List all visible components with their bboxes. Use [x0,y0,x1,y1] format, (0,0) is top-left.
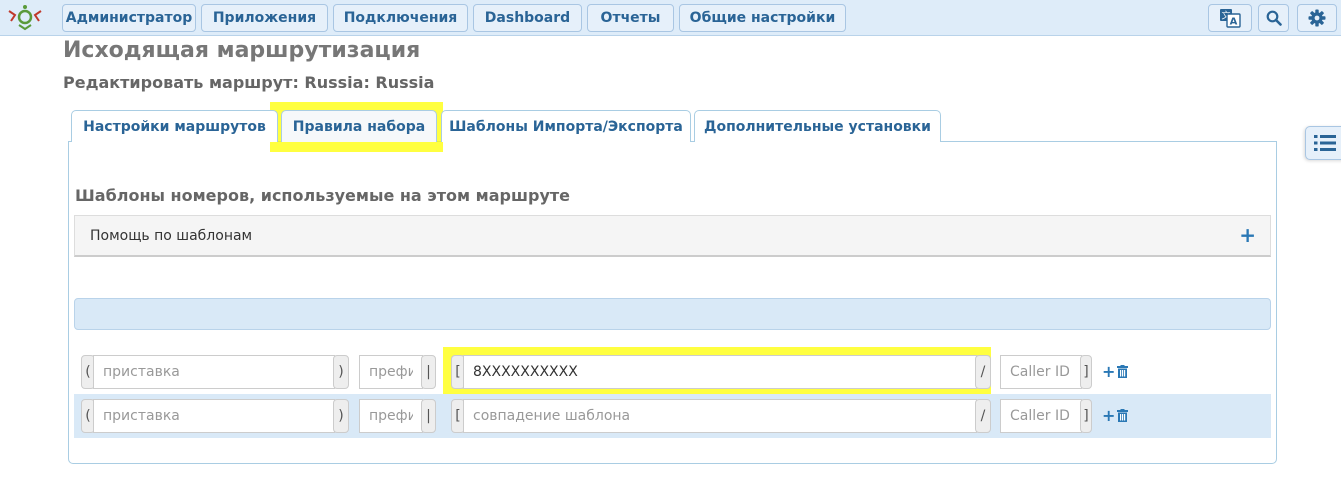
plus-icon[interactable]: + [1239,223,1256,247]
nav-reports[interactable]: Отчеты [587,4,674,32]
prepend-input[interactable] [93,399,335,433]
list-icon [1314,135,1336,151]
prefix-separator: | [421,355,436,389]
logo-icon[interactable] [5,3,45,31]
match-pattern-input[interactable] [463,355,977,389]
nav-connectivity[interactable]: Подключения [333,4,468,32]
page-title: Исходящая маршрутизация [63,38,421,63]
dial-pattern-row: ( ) | [ / ] + [74,350,1271,394]
top-navbar: Администратор Приложения Подключения Das… [0,0,1341,36]
info-bar [74,298,1271,330]
add-row-icon[interactable]: + [1102,362,1115,381]
pattern-separator: / [975,399,991,433]
prepend-close-bracket: ) [333,399,349,433]
nav-dashboard[interactable]: Dashboard [473,4,582,32]
section-title: Шаблоны номеров, используемые на этом ма… [75,186,571,205]
dial-pattern-row: ( ) | [ / ] + [74,394,1271,438]
sidebar-toggle-button[interactable] [1305,126,1341,160]
prefix-input[interactable] [359,355,423,389]
tab-route-settings[interactable]: Настройки маршрутов [71,110,278,142]
language-button[interactable]: 文 A [1208,4,1252,32]
nav-admin[interactable]: Администратор [62,4,196,32]
nav-settings[interactable]: Общие настройки [679,4,846,32]
callerid-input[interactable] [1000,399,1082,433]
trash-icon[interactable] [1117,409,1128,422]
callerid-input[interactable] [1000,355,1082,389]
prepend-input[interactable] [93,355,335,389]
tab-import-export[interactable]: Шаблоны Импорта/Экспорта [441,110,691,142]
pattern-separator: / [975,355,991,389]
trash-icon[interactable] [1117,365,1128,378]
settings-button[interactable] [1297,4,1337,32]
search-button[interactable] [1258,4,1289,32]
tab-dial-patterns[interactable]: Правила набора [281,110,437,142]
prefix-input[interactable] [359,399,423,433]
callerid-close-bracket: ] [1080,355,1092,389]
callerid-close-bracket: ] [1080,399,1092,433]
search-icon [1266,10,1282,26]
tab-additional-settings[interactable]: Дополнительные установки [694,110,941,142]
pattern-help-label: Помощь по шаблонам [90,227,253,244]
prefix-separator: | [421,399,436,433]
match-pattern-input[interactable] [463,399,977,433]
svg-text:A: A [1230,17,1238,28]
prepend-close-bracket: ) [333,355,349,389]
translate-icon: 文 A [1220,9,1241,28]
add-row-icon[interactable]: + [1102,406,1115,425]
nav-applications[interactable]: Приложения [201,4,328,32]
page-subtitle: Редактировать маршрут: Russia: Russia [63,73,435,92]
pattern-help-toggle[interactable]: Помощь по шаблонам + [74,215,1271,257]
gear-icon [1308,9,1326,27]
